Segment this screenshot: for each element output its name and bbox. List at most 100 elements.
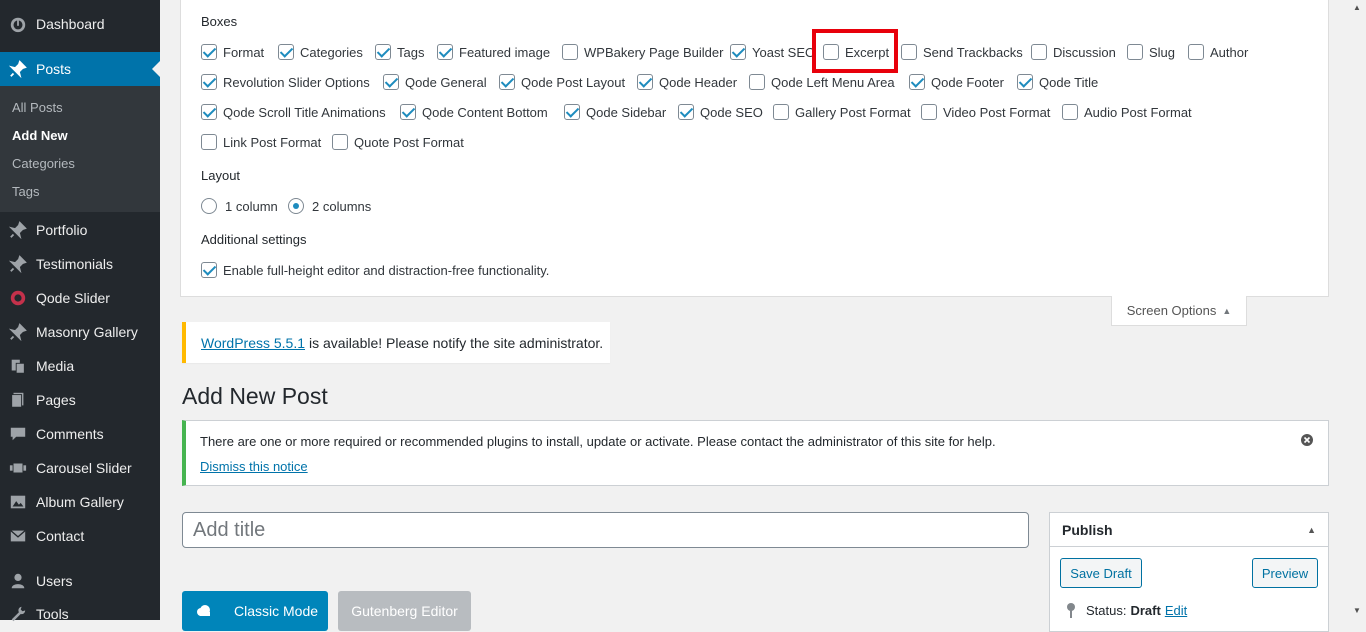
preview-button[interactable]: Preview [1252, 558, 1318, 588]
checkbox-box[interactable] [637, 74, 653, 90]
checkbox-box[interactable] [201, 104, 217, 120]
checkbox-quote-post-format[interactable]: Quote Post Format [332, 134, 464, 150]
sidebar-item-album-gallery[interactable]: Album Gallery [0, 485, 160, 519]
checkbox-box[interactable] [749, 74, 765, 90]
radio-button[interactable] [288, 198, 304, 214]
gutenberg-editor-label: Gutenberg Editor [351, 603, 458, 619]
sidebar-item-posts[interactable]: Posts [0, 52, 160, 86]
checkbox-box[interactable] [201, 262, 217, 278]
classic-mode-button[interactable]: Classic Mode [182, 591, 328, 631]
gutenberg-editor-button[interactable]: Gutenberg Editor [338, 591, 471, 631]
submenu-tags[interactable]: Tags [12, 184, 39, 199]
checkbox-box[interactable] [499, 74, 515, 90]
checkbox-label: Author [1210, 44, 1249, 60]
checkbox-label: Gallery Post Format [795, 104, 911, 120]
checkbox-qode-post-layout[interactable]: Qode Post Layout [499, 74, 625, 90]
checkbox-slug[interactable]: Slug [1127, 44, 1175, 60]
submenu-add-new[interactable]: Add New [12, 128, 68, 143]
checkbox-box[interactable] [1127, 44, 1143, 60]
checkbox-categories[interactable]: Categories [278, 44, 363, 60]
sidebar-item-testimonials[interactable]: Testimonials [0, 247, 160, 281]
checkbox-box[interactable] [921, 104, 937, 120]
checkbox-qode-sidebar[interactable]: Qode Sidebar [564, 104, 666, 120]
checkbox-box[interactable] [201, 134, 217, 150]
wordpress-update-link[interactable]: WordPress 5.5.1 [201, 335, 305, 351]
checkbox-featured-image[interactable]: Featured image [437, 44, 550, 60]
sidebar-item-carousel-slider[interactable]: Carousel Slider [0, 451, 160, 485]
edit-status-link[interactable]: Edit [1165, 603, 1187, 618]
checkbox-label: Revolution Slider Options [223, 74, 370, 90]
sidebar-item-qode-slider[interactable]: Qode Slider [0, 281, 160, 315]
checkbox-qode-scroll-title[interactable]: Qode Scroll Title Animations [201, 104, 386, 120]
checkbox-box[interactable] [564, 104, 580, 120]
checkbox-qode-seo[interactable]: Qode SEO [678, 104, 763, 120]
radio-1-column[interactable]: 1 column [201, 198, 278, 214]
checkbox-box[interactable] [901, 44, 917, 60]
sidebar-item-portfolio[interactable]: Portfolio [0, 213, 160, 247]
screen-options-toggle[interactable]: Screen Options ▲ [1111, 296, 1247, 326]
checkbox-box[interactable] [562, 44, 578, 60]
dismiss-notice-link[interactable]: Dismiss this notice [200, 459, 308, 474]
checkbox-qode-general[interactable]: Qode General [383, 74, 487, 90]
checkbox-qode-content-bottom[interactable]: Qode Content Bottom [400, 104, 548, 120]
caret-up-icon[interactable]: ▲ [1307, 525, 1316, 535]
location-pin-icon [1067, 603, 1075, 618]
scroll-down-arrow-icon[interactable]: ▼ [1353, 606, 1361, 615]
checkbox-box[interactable] [400, 104, 416, 120]
checkbox-box[interactable] [278, 44, 294, 60]
checkbox-box[interactable] [375, 44, 391, 60]
checkbox-label: Format [223, 44, 265, 60]
checkbox-yoast-seo[interactable]: Yoast SEO [730, 44, 815, 60]
checkbox-box[interactable] [678, 104, 694, 120]
page-scrollbar[interactable]: ▲ ▼ [1349, 0, 1366, 620]
checkbox-revolution-slider[interactable]: Revolution Slider Options [201, 74, 370, 90]
sidebar-item-pages[interactable]: Pages [0, 383, 160, 417]
checkbox-box[interactable] [909, 74, 925, 90]
checkbox-box[interactable] [201, 74, 217, 90]
checkbox-qode-footer[interactable]: Qode Footer [909, 74, 1004, 90]
save-draft-button[interactable]: Save Draft [1060, 558, 1142, 588]
scroll-up-arrow-icon[interactable]: ▲ [1353, 3, 1361, 12]
checkbox-box[interactable] [1031, 44, 1047, 60]
checkbox-video-post-format[interactable]: Video Post Format [921, 104, 1050, 120]
sidebar-item-users[interactable]: Users [0, 564, 160, 598]
sidebar-item-masonry-gallery[interactable]: Masonry Gallery [0, 315, 160, 349]
checkbox-wpbakery[interactable]: WPBakery Page Builder [562, 44, 723, 60]
checkbox-box[interactable] [201, 44, 217, 60]
checkbox-gallery-post-format[interactable]: Gallery Post Format [773, 104, 911, 120]
checkbox-label: Qode Left Menu Area [771, 74, 895, 90]
checkbox-box[interactable] [437, 44, 453, 60]
checkbox-box[interactable] [332, 134, 348, 150]
checkbox-qode-title[interactable]: Qode Title [1017, 74, 1098, 90]
checkbox-box[interactable] [383, 74, 399, 90]
checkbox-qode-header[interactable]: Qode Header [637, 74, 737, 90]
sidebar-item-comments[interactable]: Comments [0, 417, 160, 451]
checkbox-box[interactable] [1062, 104, 1078, 120]
checkbox-audio-post-format[interactable]: Audio Post Format [1062, 104, 1192, 120]
checkbox-link-post-format[interactable]: Link Post Format [201, 134, 321, 150]
checkbox-qode-left-menu[interactable]: Qode Left Menu Area [749, 74, 895, 90]
checkbox-box[interactable] [1188, 44, 1204, 60]
post-title-input[interactable] [182, 512, 1029, 548]
checkbox-box[interactable] [730, 44, 746, 60]
checkbox-format[interactable]: Format [201, 44, 264, 60]
radio-2-columns[interactable]: 2 columns [288, 198, 371, 214]
checkbox-author[interactable]: Author [1188, 44, 1248, 60]
checkbox-box[interactable] [773, 104, 789, 120]
checkbox-label: Slug [1149, 44, 1176, 60]
checkbox-tags[interactable]: Tags [375, 44, 424, 60]
submenu-categories[interactable]: Categories [12, 156, 75, 171]
sidebar-item-dashboard[interactable]: Dashboard [0, 7, 160, 41]
checkbox-full-height-editor[interactable]: Enable full-height editor and distractio… [201, 262, 549, 278]
checkbox-discussion[interactable]: Discussion [1031, 44, 1116, 60]
radio-button[interactable] [201, 198, 217, 214]
sidebar-item-label: Users [36, 573, 73, 589]
checkbox-box[interactable] [1017, 74, 1033, 90]
publish-header[interactable]: Publish ▲ [1050, 513, 1328, 547]
checkbox-send-trackbacks[interactable]: Send Trackbacks [901, 44, 1023, 60]
sidebar-item-contact[interactable]: Contact [0, 519, 160, 553]
sidebar-item-tools[interactable]: Tools [0, 597, 160, 631]
sidebar-item-media[interactable]: Media [0, 349, 160, 383]
close-icon[interactable] [1300, 433, 1314, 447]
submenu-all-posts[interactable]: All Posts [12, 100, 63, 115]
